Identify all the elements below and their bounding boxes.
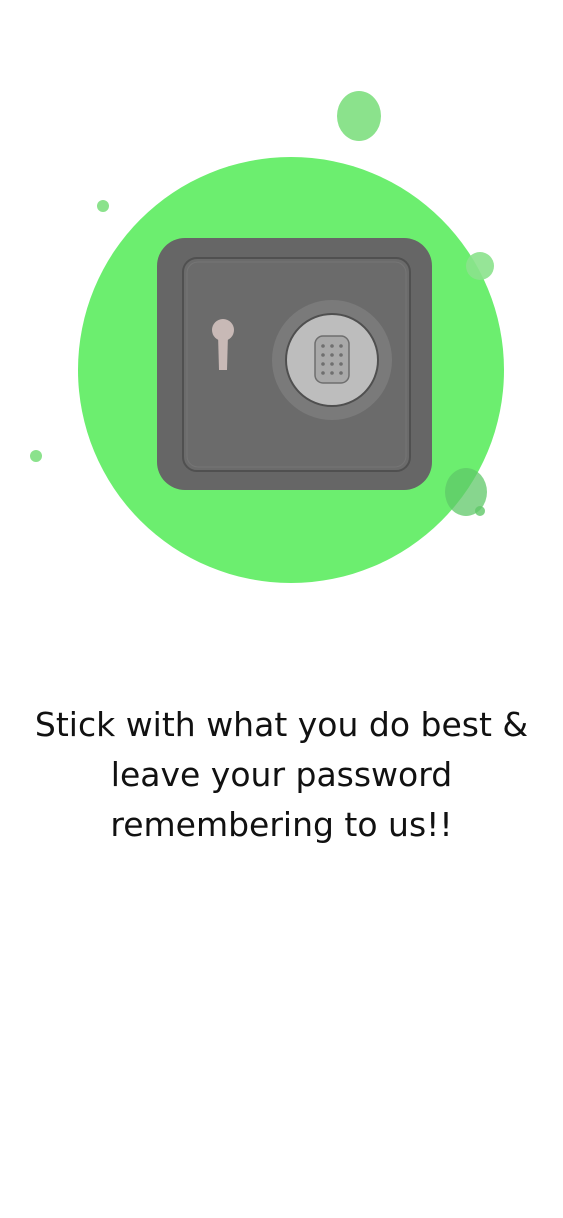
bubble-decoration <box>475 506 485 516</box>
bubble-decoration <box>466 252 494 280</box>
bubble-decoration <box>337 91 381 141</box>
tagline-line: leave your password <box>110 755 453 794</box>
bubble-decoration <box>30 450 42 462</box>
bubble-decoration <box>97 200 109 212</box>
safe-vault-icon <box>30 91 504 583</box>
onboarding-tagline: Stick with what you do best & leave your… <box>0 700 563 850</box>
safe-illustration <box>0 0 563 620</box>
tagline-line: remembering to us!! <box>110 805 453 844</box>
dial-icon <box>272 300 392 420</box>
tagline-line: Stick with what you do best & <box>34 705 529 744</box>
